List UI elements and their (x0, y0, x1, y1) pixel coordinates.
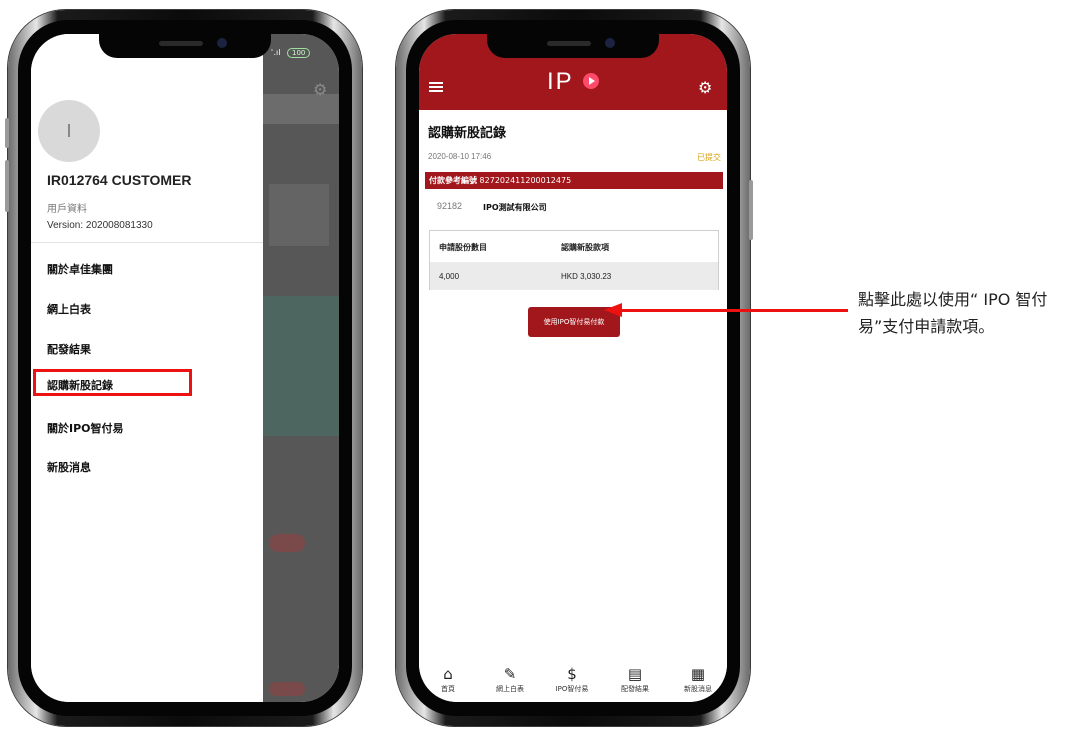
clipboard-icon: ▤ (627, 665, 643, 683)
table-header: 申請股份數目 認購新股款項 (430, 231, 718, 262)
dimmed-app-background[interactable] (263, 34, 339, 702)
left-phone-frame: ʿ.ıl 100 ⚙ I IR012764 CUSTOMER 用戶資料 Vers… (5, 10, 362, 726)
table-row: 4,000 HKD 3,030.23 (430, 262, 718, 290)
battery-icon: 100 (287, 48, 311, 58)
subscription-table: 申請股份數目 認購新股款項 4,000 HKD 3,030.23 (429, 230, 719, 290)
signal-icon: ʿ.ıl (271, 48, 281, 57)
menu-item-ipo-news[interactable]: 新股消息 (47, 459, 91, 475)
speaker-grille (159, 41, 203, 46)
front-camera (217, 38, 227, 48)
newspaper-icon: ▦ (690, 665, 706, 683)
highlight-box (33, 369, 192, 396)
phone-notch (487, 34, 659, 58)
status-bar: ʿ.ıl 100 (271, 48, 311, 58)
avatar-initial: I (66, 120, 72, 141)
payment-reference-bar: 付款參考編號 827202411200012475 (425, 172, 723, 189)
annotation-text: 點擊此處以使用“ IPO 智付易”支付申請款項。 (858, 290, 1048, 336)
status-badge: 已提交 (697, 153, 721, 162)
stock-name: IPO測試有限公司 (483, 203, 547, 212)
menu-item-about-ipo-pay[interactable]: 關於IPO智付易 (47, 420, 124, 436)
cell-shares: 4,000 (439, 272, 460, 281)
menu-item-online-white-form[interactable]: 網上白表 (47, 301, 91, 317)
volume-button (5, 160, 9, 212)
page-title: 認購新股記錄 (428, 126, 507, 141)
speaker-grille (547, 41, 591, 46)
gear-icon[interactable]: ⚙ (698, 78, 712, 97)
power-button (749, 180, 753, 240)
right-phone-frame: IP ⚙ 認購新股記錄 2020-08-10 17:46 已提交 付款參考編號 … (396, 10, 753, 726)
column-header-amount: 認購新股款項 (561, 243, 609, 252)
stock-code: 92182 (437, 201, 463, 211)
navigation-drawer: I IR012764 CUSTOMER 用戶資料 Version: 202008… (31, 34, 263, 702)
play-icon (583, 73, 599, 89)
avatar[interactable]: I (38, 100, 100, 162)
tab-allotment-results[interactable]: ▤ 配發結果 (610, 664, 660, 694)
app-version: Version: 202008081330 (47, 220, 153, 231)
hamburger-menu-icon[interactable] (429, 82, 443, 92)
profile-link[interactable]: 用戶資料 (47, 200, 87, 215)
user-name: IR012764 CUSTOMER (47, 172, 192, 188)
front-camera (605, 38, 615, 48)
tab-label: 配發結果 (621, 685, 649, 693)
column-header-shares: 申請股份數目 (439, 243, 487, 252)
payment-reference-value: 827202411200012475 (479, 176, 572, 185)
divider (31, 242, 263, 243)
pencil-icon: ✎ (503, 665, 517, 683)
app-logo: IP (547, 68, 574, 95)
right-screen: IP ⚙ 認購新股記錄 2020-08-10 17:46 已提交 付款參考編號 … (419, 34, 727, 702)
record-datetime: 2020-08-10 17:46 (428, 152, 492, 161)
tab-home[interactable]: ⌂ 首頁 (423, 664, 473, 694)
tab-label: 新股消息 (684, 685, 712, 693)
bottom-tab-bar: ⌂ 首頁 ✎ 網上白表 $ IPO智付易 ▤ 配發結果 ▦ 新股消息 (419, 664, 727, 702)
left-screen: ʿ.ıl 100 ⚙ I IR012764 CUSTOMER 用戶資料 Vers… (31, 34, 339, 702)
tab-ipo-news[interactable]: ▦ 新股消息 (673, 664, 723, 694)
arrow-line (620, 309, 848, 312)
menu-item-about-group[interactable]: 關於卓佳集團 (47, 261, 113, 277)
dollar-icon: $ (567, 665, 577, 683)
tab-label: 首頁 (441, 685, 455, 693)
payment-reference-label: 付款參考編號 (429, 176, 477, 185)
volume-button (5, 118, 9, 148)
phone-notch (99, 34, 271, 58)
menu-item-allotment-results[interactable]: 配發結果 (47, 341, 91, 357)
tab-online-white-form[interactable]: ✎ 網上白表 (485, 664, 535, 694)
tab-ipo-pay[interactable]: $ IPO智付易 (547, 664, 597, 694)
cell-amount: HKD 3,030.23 (561, 272, 612, 281)
gear-icon: ⚙ (313, 80, 328, 99)
tab-label: IPO智付易 (555, 685, 589, 693)
tab-label: 網上白表 (496, 685, 524, 693)
home-icon: ⌂ (443, 665, 453, 683)
